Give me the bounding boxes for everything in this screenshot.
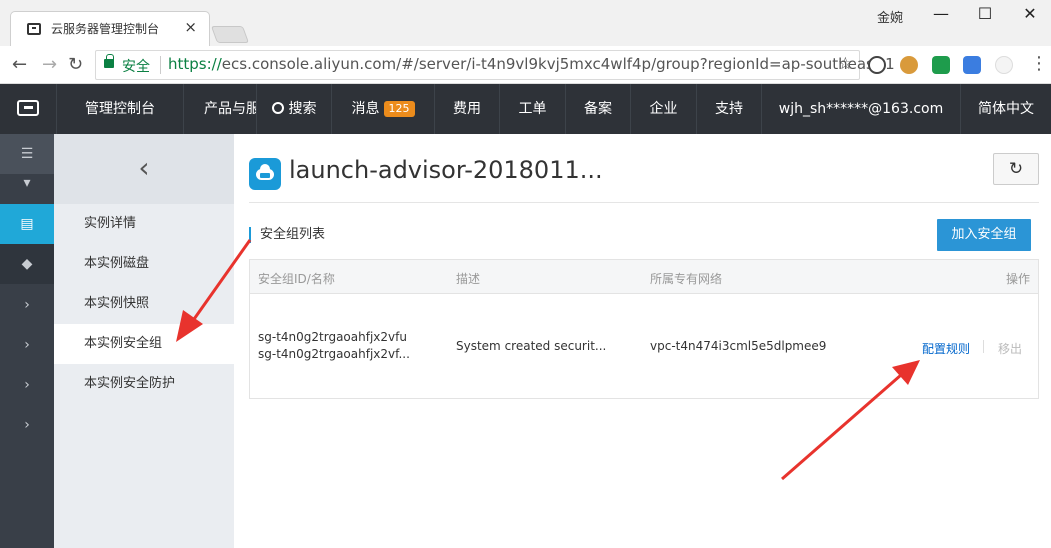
menu-instance-security-groups[interactable]: 本实例安全组 [54, 324, 234, 364]
nav-search-label: 搜索 [288, 101, 317, 117]
section-title: 安全组列表 [249, 227, 325, 243]
table-header: 安全组ID/名称 描述 所属专有网络 操作 [250, 260, 1038, 294]
nav-enterprise-label: 企业 [649, 101, 678, 117]
nav-support-label: 支持 [715, 101, 743, 117]
header-description: 描述 [456, 272, 481, 286]
bookmark-star-icon[interactable]: ☆ [838, 54, 853, 74]
nav-messages-label: 消息 [351, 101, 380, 117]
browser-user-name[interactable]: 金婉 [877, 7, 903, 26]
page-title: launch-advisor-2018011... [289, 156, 603, 184]
nav-console-label: 管理控制台 [85, 101, 155, 117]
header-vpc: 所属专有网络 [650, 272, 723, 286]
tab-close-icon[interactable]: × [184, 18, 197, 36]
translate-extension-icon[interactable] [868, 56, 886, 74]
back-chevron-icon[interactable]: ‹ [54, 134, 234, 204]
security-group-name: sg-t4n0g2trgaoahfjx2vf... [258, 347, 410, 361]
nav-language-label: 简体中文 [978, 101, 1034, 117]
action-separator [983, 340, 984, 353]
expand-down-icon[interactable]: ▾ [0, 163, 54, 203]
address-bar[interactable]: 安全 https://ecs.console.aliyun.com/#/serv… [95, 50, 895, 80]
product-icon-bar: ☰ ▾ ▤ ◆ › › › › [0, 134, 54, 548]
forward-arrow-icon[interactable]: → [42, 54, 57, 75]
back-arrow-icon[interactable]: ← [12, 54, 27, 75]
expand-right-icon[interactable]: › [0, 325, 54, 365]
refresh-button[interactable]: ↻ [993, 153, 1039, 185]
nav-search[interactable]: 搜索 [256, 84, 331, 134]
minimize-button[interactable]: — [926, 4, 956, 24]
nav-console[interactable]: 管理控制台 [56, 84, 183, 134]
nav-language[interactable]: 简体中文 [960, 84, 1051, 134]
instance-side-menu: ‹ 实例详情 本实例磁盘 本实例快照 本实例安全组 本实例安全防护 [54, 134, 234, 548]
configure-rules-link[interactable]: 配置规则 [922, 340, 970, 357]
expand-right-icon[interactable]: › [0, 405, 54, 445]
top-navigation: 管理控制台 产品与服 搜索 消息 125 费用 工单 备案 企业 支持 wjh_s… [0, 84, 1051, 134]
browser-tab[interactable]: 云服务器管理控制台 × [10, 11, 210, 47]
address-separator [160, 56, 161, 74]
search-icon [271, 102, 284, 114]
title-divider [249, 202, 1039, 203]
new-tab-button[interactable] [210, 26, 250, 43]
nav-messages[interactable]: 消息 125 [331, 84, 434, 134]
disabled-extension-icon[interactable] [995, 56, 1013, 74]
pen-extension-icon[interactable] [963, 56, 981, 74]
url-scheme: https:// [168, 55, 222, 73]
shield-extension-icon[interactable] [932, 56, 950, 74]
remove-link[interactable]: 移出 [998, 340, 1022, 357]
network-product-icon[interactable]: ◆ [0, 244, 54, 284]
ecs-server-icon[interactable]: ▤ [0, 204, 54, 244]
nav-support[interactable]: 支持 [696, 84, 761, 134]
expand-right-icon[interactable]: › [0, 285, 54, 325]
lock-icon [104, 54, 114, 68]
message-count-badge: 125 [383, 101, 415, 117]
nav-products-label: 产品与服 [204, 101, 256, 117]
security-group-vpc: vpc-t4n474i3cml5e5dlpmee9 [650, 339, 827, 353]
add-security-group-button[interactable]: 加入安全组 [937, 219, 1031, 251]
close-window-button[interactable]: ✕ [1015, 4, 1045, 24]
nav-icp[interactable]: 备案 [565, 84, 630, 134]
header-id-name: 安全组ID/名称 [258, 272, 335, 286]
browser-menu-icon[interactable]: ⋮ [1030, 53, 1048, 74]
nav-billing[interactable]: 费用 [434, 84, 499, 134]
nav-account[interactable]: wjh_sh******@163.com [761, 84, 960, 134]
nav-tickets[interactable]: 工单 [499, 84, 565, 134]
main-content: launch-advisor-2018011... ↻ 安全组列表 加入安全组 … [234, 134, 1051, 548]
cookie-extension-icon[interactable] [900, 56, 918, 74]
menu-instance-protection[interactable]: 本实例安全防护 [54, 364, 234, 404]
url-text[interactable]: https://ecs.console.aliyun.com/#/server/… [168, 55, 895, 73]
nav-tickets-label: 工单 [518, 101, 547, 117]
cloud-server-icon [249, 158, 281, 190]
browser-toolbar: ← → ↻ 安全 https://ecs.console.aliyun.com/… [0, 46, 1051, 84]
security-label: 安全 [122, 59, 150, 75]
aliyun-favicon-icon [27, 23, 41, 35]
expand-right-icon[interactable]: › [0, 365, 54, 405]
nav-billing-label: 费用 [453, 101, 481, 117]
nav-icp-label: 备案 [584, 101, 612, 117]
table-row: sg-t4n0g2trgaoahfjx2vfu sg-t4n0g2trgaoah… [250, 295, 1038, 399]
menu-instance-disks[interactable]: 本实例磁盘 [54, 244, 234, 284]
nav-account-label: wjh_sh******@163.com [778, 101, 944, 117]
browser-tab-bar: 云服务器管理控制台 × 金婉 — ☐ ✕ [0, 0, 1051, 47]
nav-products[interactable]: 产品与服 [183, 84, 256, 134]
tab-title: 云服务器管理控制台 [51, 22, 160, 36]
security-group-description: System created securit... [456, 339, 607, 353]
menu-instance-details[interactable]: 实例详情 [54, 204, 234, 244]
menu-instance-snapshots[interactable]: 本实例快照 [54, 284, 234, 324]
header-actions: 操作 [1006, 272, 1031, 286]
security-group-id[interactable]: sg-t4n0g2trgaoahfjx2vfu [258, 330, 407, 344]
url-path: ecs.console.aliyun.com/#/server/i-t4n9vl… [221, 55, 895, 73]
security-group-table: 安全组ID/名称 描述 所属专有网络 操作 sg-t4n0g2trgaoahfj… [249, 259, 1039, 399]
reload-icon[interactable]: ↻ [68, 54, 83, 75]
maximize-button[interactable]: ☐ [970, 4, 1000, 24]
aliyun-logo-icon[interactable] [0, 84, 56, 134]
nav-enterprise[interactable]: 企业 [630, 84, 696, 134]
